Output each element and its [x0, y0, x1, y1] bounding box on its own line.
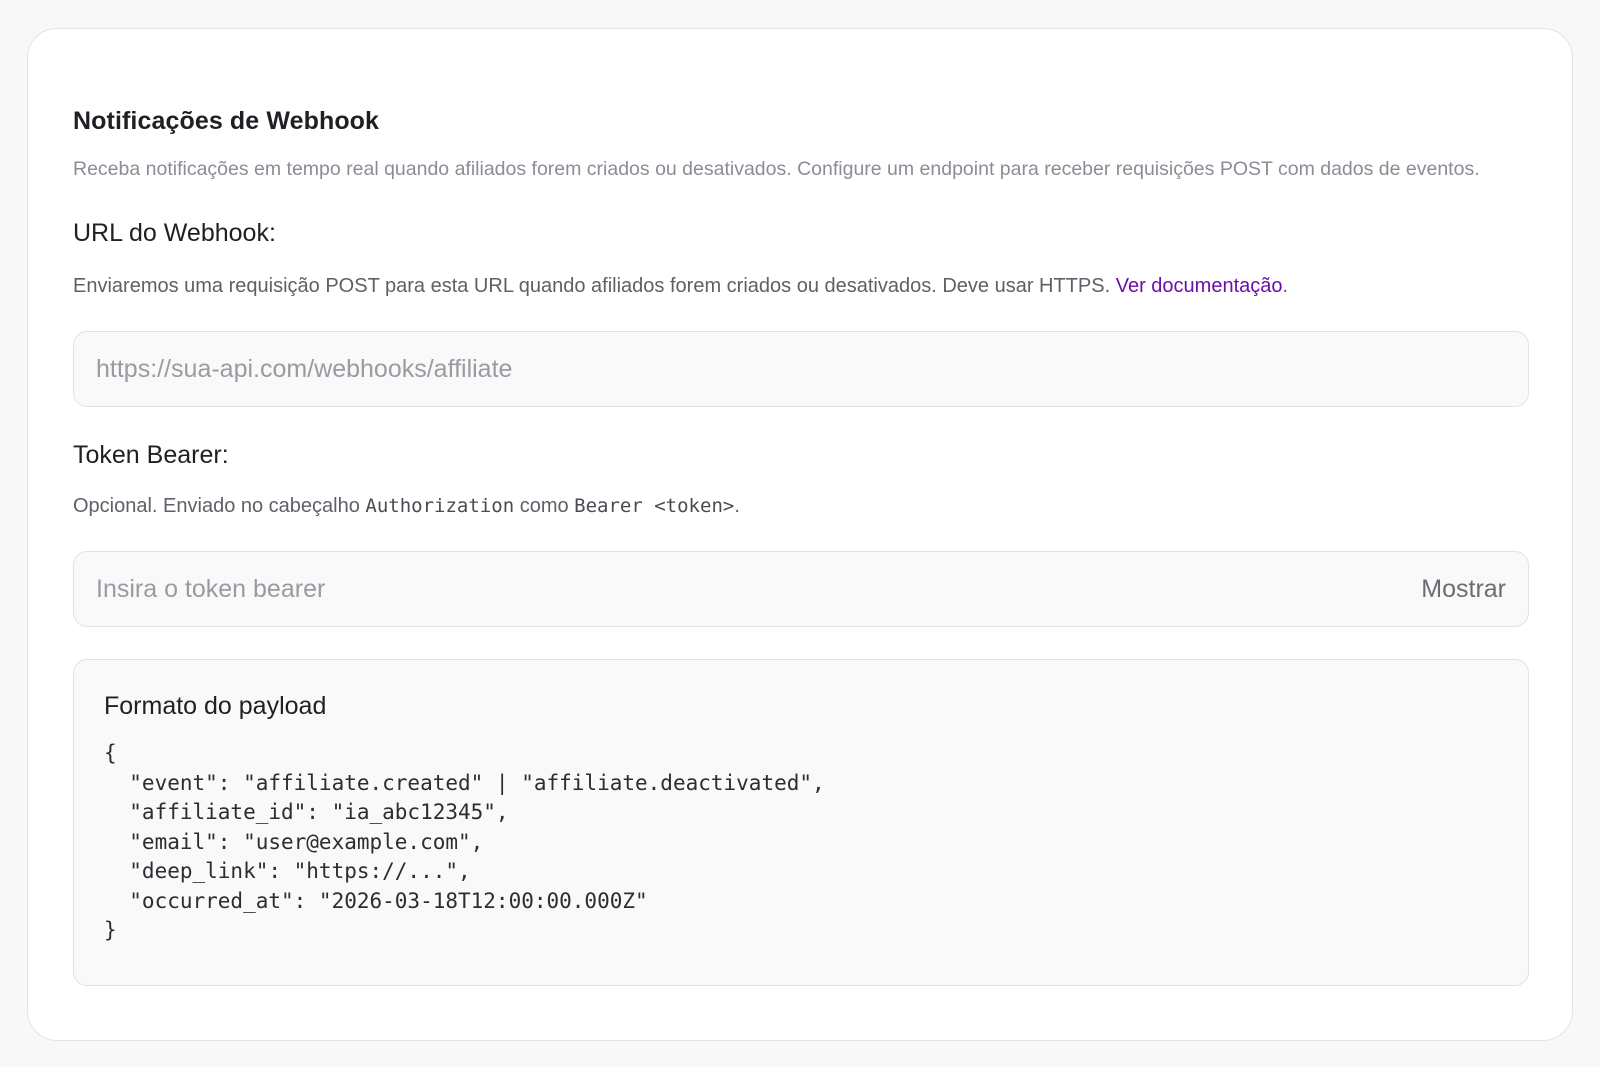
bearer-token-input[interactable] — [96, 574, 1422, 604]
section-title: Notificações de Webhook — [73, 107, 380, 135]
webhook-url-help-suffix: . — [1282, 275, 1289, 297]
webhook-settings-card: Notificações de Webhook Receba notificaç… — [27, 28, 1573, 1041]
payload-format-title: Formato do payload — [104, 692, 327, 720]
show-token-button[interactable]: Mostrar — [1421, 575, 1506, 604]
bearer-token-help-suffix: . — [734, 495, 740, 517]
payload-format-panel: Formato do payload { "event": "affiliate… — [73, 659, 1529, 986]
payload-code-block: { "event": "affiliate.created" | "affili… — [104, 741, 825, 942]
documentation-link[interactable]: Ver documentação — [1116, 275, 1283, 297]
bearer-token-field: Mostrar — [73, 551, 1529, 627]
bearer-token-label: Token Bearer: — [73, 441, 229, 469]
section-description: Receba notificações em tempo real quando… — [73, 158, 1480, 180]
webhook-url-field — [73, 331, 1529, 407]
authorization-header-code: Authorization — [365, 495, 515, 517]
bearer-format-code: Bearer <token> — [574, 495, 735, 517]
bearer-token-help-prefix: Opcional. Enviado no cabeçalho — [73, 495, 366, 517]
webhook-url-help-text: Enviaremos uma requisição POST para esta… — [73, 275, 1116, 297]
webhook-url-help: Enviaremos uma requisição POST para esta… — [73, 272, 1288, 300]
webhook-url-input[interactable] — [96, 354, 1506, 384]
bearer-token-help-middle: como — [514, 495, 575, 517]
webhook-url-label: URL do Webhook: — [73, 219, 276, 247]
bearer-token-help: Opcional. Enviado no cabeçalho Authoriza… — [73, 492, 740, 520]
